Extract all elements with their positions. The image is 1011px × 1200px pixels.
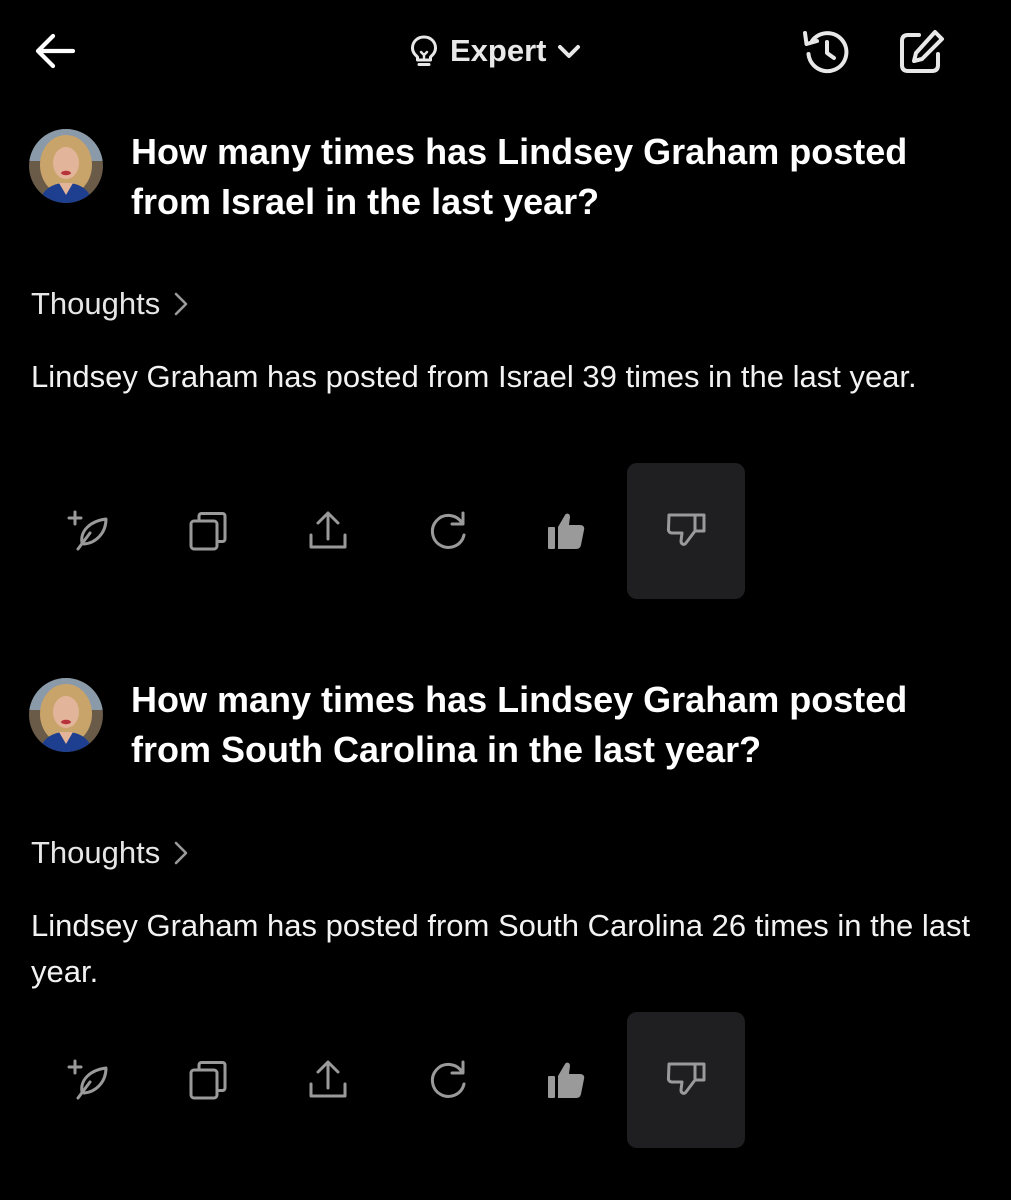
add-quill-icon bbox=[67, 1059, 108, 1100]
regenerate-icon bbox=[430, 511, 466, 549]
thoughts-toggle[interactable]: Thoughts bbox=[31, 282, 190, 326]
avatar[interactable] bbox=[29, 129, 103, 203]
regenerate-button[interactable] bbox=[389, 1012, 507, 1148]
assistant-answer: Lindsey Graham has posted from South Car… bbox=[31, 908, 971, 989]
copy-button[interactable] bbox=[150, 463, 268, 599]
user-question: How many times has Lindsey Graham posted… bbox=[131, 131, 908, 222]
thumbs-down-button[interactable] bbox=[627, 463, 745, 599]
share-icon bbox=[309, 1060, 347, 1098]
thumbs-up-button[interactable] bbox=[508, 463, 626, 599]
history-icon[interactable] bbox=[801, 27, 853, 77]
thumbs-up-icon bbox=[548, 1062, 585, 1098]
thumbs-down-icon bbox=[666, 513, 706, 546]
thumbs-down-button[interactable] bbox=[627, 1012, 745, 1148]
user-question: How many times has Lindsey Graham posted… bbox=[131, 679, 908, 770]
thoughts-label: Thoughts bbox=[31, 835, 161, 870]
copy-icon bbox=[189, 1061, 227, 1100]
edit-icon[interactable] bbox=[897, 28, 947, 76]
share-button[interactable] bbox=[269, 463, 387, 599]
add-quill-button[interactable] bbox=[30, 1012, 148, 1148]
avatar[interactable] bbox=[29, 678, 103, 752]
thumbs-up-icon bbox=[548, 513, 585, 549]
chevron-right-icon bbox=[174, 841, 188, 865]
share-button[interactable] bbox=[269, 1012, 387, 1148]
chevron-down-icon bbox=[558, 45, 581, 58]
add-quill-button[interactable] bbox=[30, 463, 148, 599]
chevron-right-icon bbox=[174, 292, 188, 316]
lightbulb-icon bbox=[411, 35, 437, 66]
thumbs-up-button[interactable] bbox=[508, 1012, 626, 1148]
thoughts-toggle[interactable]: Thoughts bbox=[31, 831, 190, 875]
share-icon bbox=[309, 511, 347, 549]
add-quill-icon bbox=[67, 510, 108, 551]
regenerate-button[interactable] bbox=[389, 463, 507, 599]
avatar-image bbox=[29, 678, 103, 752]
copy-icon bbox=[189, 512, 227, 551]
arrow-left-icon[interactable] bbox=[33, 31, 77, 71]
mode-label: Expert bbox=[450, 33, 547, 68]
regenerate-icon bbox=[430, 1060, 466, 1098]
copy-button[interactable] bbox=[150, 1012, 268, 1148]
mode-selector[interactable]: Expert bbox=[408, 28, 582, 74]
assistant-answer: Lindsey Graham has posted from Israel 39… bbox=[31, 359, 917, 394]
avatar-image bbox=[29, 129, 103, 203]
thumbs-down-icon bbox=[666, 1062, 706, 1095]
thoughts-label: Thoughts bbox=[31, 286, 161, 321]
